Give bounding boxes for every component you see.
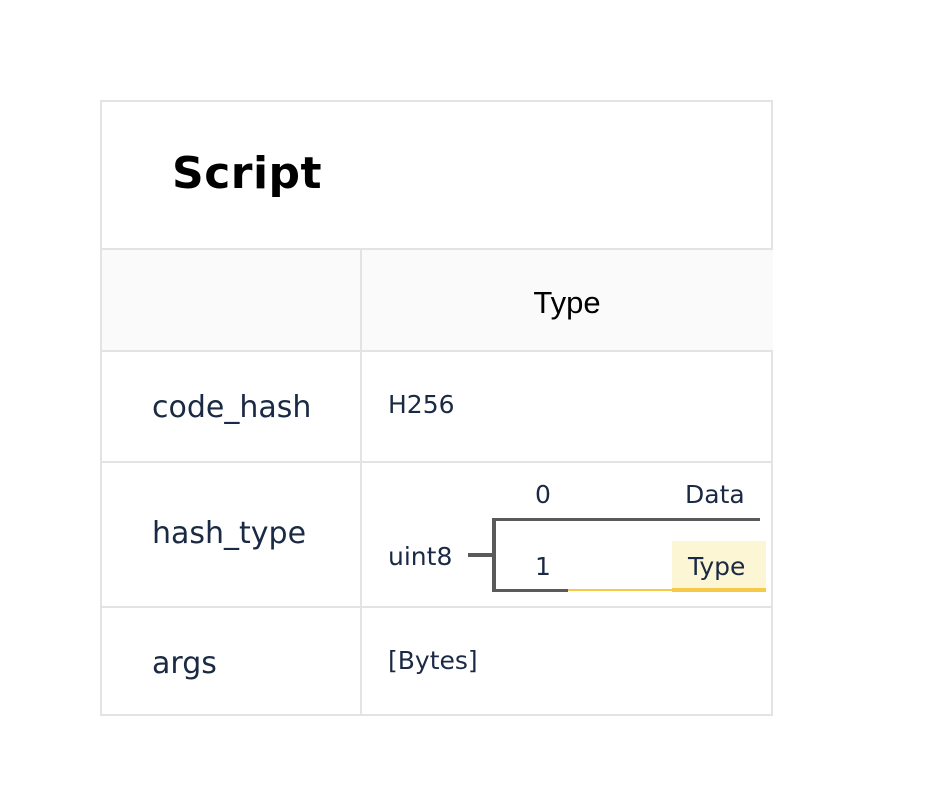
enum-line-data bbox=[522, 518, 760, 521]
bracket-top-arm bbox=[492, 518, 522, 521]
bracket-bottom-arm bbox=[492, 589, 522, 592]
struct-title: Script bbox=[172, 148, 323, 199]
script-struct-card: Script Type code_hash H256 hash_type uin… bbox=[100, 100, 773, 716]
field-code-hash: code_hash bbox=[152, 390, 312, 425]
field-args: args bbox=[152, 646, 217, 681]
bracket-spine bbox=[492, 518, 496, 592]
column-divider bbox=[360, 249, 362, 716]
divider-header bbox=[102, 350, 773, 352]
divider-row-2 bbox=[102, 606, 773, 608]
field-hash-type: hash_type bbox=[152, 516, 307, 551]
enum-label-data: Data bbox=[685, 480, 745, 509]
enum-value-1: 1 bbox=[535, 552, 551, 581]
type-code-hash: H256 bbox=[388, 390, 455, 419]
divider-row-1 bbox=[102, 461, 773, 463]
divider-title bbox=[102, 248, 773, 250]
type-args: [Bytes] bbox=[388, 646, 478, 675]
column-header-type: Type bbox=[533, 285, 601, 320]
bracket-stem bbox=[468, 553, 494, 557]
enum-value-0: 0 bbox=[535, 480, 551, 509]
enum-line-type-yellow bbox=[568, 589, 672, 591]
enum-underline-type bbox=[672, 588, 766, 592]
type-hash-type: uint8 bbox=[388, 542, 453, 571]
enum-label-type: Type bbox=[688, 552, 746, 581]
enum-line-type-grey bbox=[522, 589, 568, 592]
